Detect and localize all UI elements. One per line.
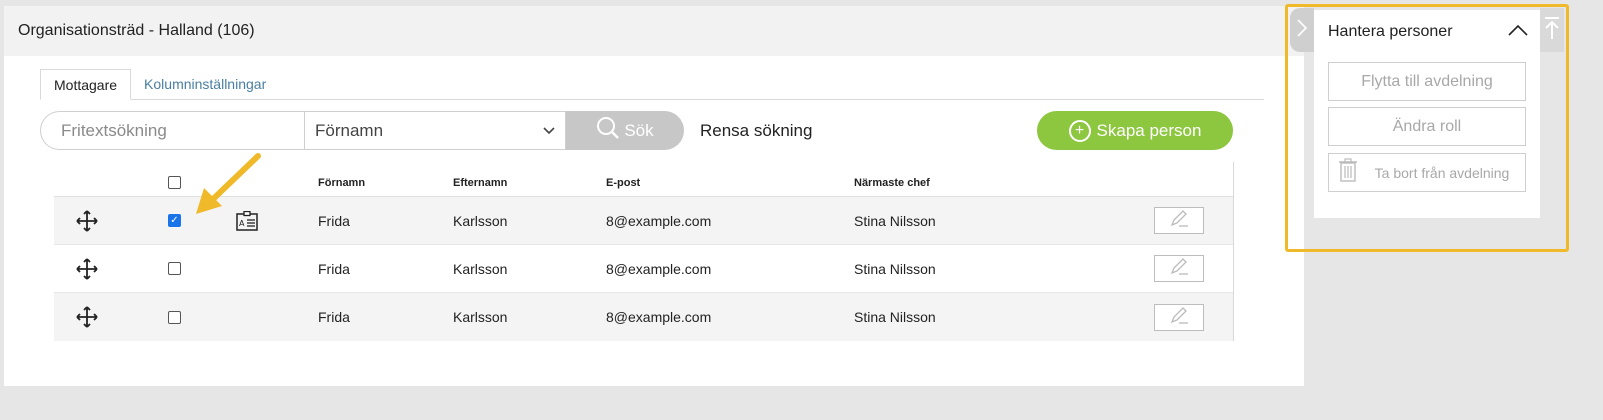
move-icon[interactable] — [76, 245, 98, 292]
cell-lastname: Karlsson — [453, 260, 508, 277]
move-icon[interactable] — [76, 197, 98, 244]
select-all-checkbox[interactable] — [168, 176, 181, 189]
create-person-label: Skapa person — [1096, 120, 1202, 140]
cell-email: 8@example.com — [606, 260, 712, 277]
table-row: Frida Karlsson 8@example.com Stina Nilss… — [54, 245, 1233, 293]
tab-kolumninstallningar[interactable]: Kolumninställningar — [131, 69, 279, 99]
clear-search-link[interactable]: Rensa sökning — [700, 121, 812, 141]
pencil-icon — [1168, 210, 1190, 231]
row-checkbox[interactable]: ✓ — [168, 214, 181, 227]
row-checkbox[interactable] — [168, 310, 181, 324]
chevron-down-icon — [543, 124, 555, 138]
search-field-value: Förnamn — [315, 120, 384, 140]
table-row: Frida Karlsson 8@example.com Stina Nilss… — [54, 293, 1233, 341]
cell-firstname: Frida — [318, 260, 350, 277]
cell-firstname: Frida — [318, 309, 350, 325]
cell-manager: Stina Nilsson — [854, 309, 936, 325]
search-button-label: Sök — [624, 120, 654, 140]
select-all-cell — [168, 162, 181, 196]
pencil-icon — [1168, 258, 1190, 279]
edit-button[interactable] — [1154, 303, 1204, 331]
cell-firstname: Frida — [318, 212, 350, 229]
cell-lastname: Karlsson — [453, 309, 508, 325]
edit-cell — [1154, 197, 1204, 244]
pencil-icon — [1168, 306, 1190, 328]
plus-circle-icon: + — [1068, 119, 1091, 142]
cell-manager: Stina Nilsson — [854, 260, 936, 277]
row-checkbox[interactable] — [168, 262, 181, 275]
edit-cell — [1154, 245, 1204, 292]
cell-manager: Stina Nilsson — [854, 212, 936, 229]
page-title: Organisationsträd - Halland (106) — [4, 6, 1304, 56]
row-checkbox-cell: ✓ — [168, 197, 181, 244]
col-header-lastname[interactable]: Efternamn — [453, 162, 507, 196]
cell-email: 8@example.com — [606, 212, 712, 229]
create-person-button[interactable]: + Skapa person — [1037, 111, 1233, 150]
edit-cell — [1154, 293, 1204, 341]
col-header-manager[interactable]: Närmaste chef — [854, 162, 930, 196]
tab-bar: Mottagare Kolumninställningar — [40, 69, 1264, 100]
highlight-frame — [1285, 4, 1569, 252]
col-header-email[interactable]: E-post — [606, 162, 640, 196]
search-icon — [596, 116, 620, 145]
search-bar: Förnamn Sök — [40, 111, 684, 150]
annotation-arrow-icon — [190, 150, 270, 225]
cell-email: 8@example.com — [606, 309, 712, 325]
tab-mottagare[interactable]: Mottagare — [40, 69, 132, 100]
search-field-select[interactable]: Förnamn — [304, 111, 566, 150]
col-header-firstname[interactable]: Förnamn — [318, 162, 365, 196]
search-button[interactable]: Sök — [566, 111, 684, 150]
cell-lastname: Karlsson — [453, 212, 508, 229]
edit-button[interactable] — [1154, 255, 1204, 282]
search-input[interactable] — [40, 111, 304, 150]
edit-button[interactable] — [1154, 207, 1204, 234]
row-checkbox-cell — [168, 245, 181, 292]
row-checkbox-cell — [168, 293, 181, 341]
move-icon[interactable] — [76, 293, 98, 341]
